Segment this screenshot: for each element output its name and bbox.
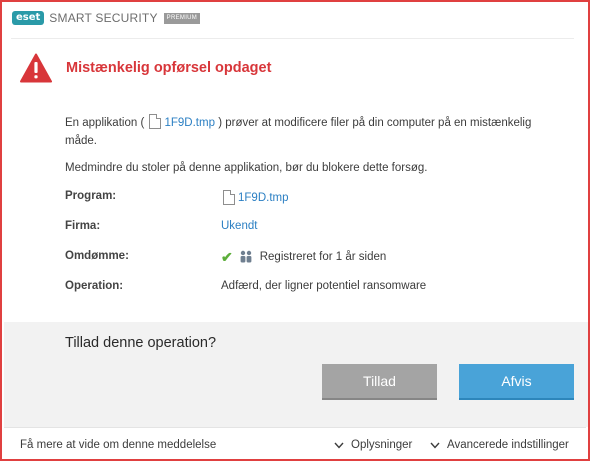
product-name: SMART SECURITY — [49, 11, 158, 25]
people-icon — [240, 250, 252, 263]
operation-value: Adfærd, der ligner potentiel ransomware — [221, 280, 427, 292]
alert-header: Mistænkelig opførsel opdaget — [20, 53, 271, 83]
operation-label: Operation: — [65, 280, 124, 292]
footer: Få mere at vide om denne meddelelse Oply… — [4, 428, 588, 461]
learn-more-link[interactable]: Få mere at vide om denne meddelelse — [20, 439, 216, 451]
detail-row-program: Program: 1F9D.tmp — [65, 187, 565, 217]
detail-row-reputation: Omdømme: ✔ Registreret for 1 år siden — [65, 247, 565, 277]
alert-title: Mistænkelig opførsel opdaget — [66, 60, 272, 76]
action-panel: Tillad denne operation? Tillad Afvis — [4, 322, 588, 427]
allow-button[interactable]: Tillad — [322, 364, 437, 400]
advanced-settings-toggle[interactable]: Avancerede indstillinger — [430, 439, 569, 451]
title-bar: eset SMART SECURITY PREMIUM — [12, 8, 201, 28]
header-divider — [11, 38, 574, 39]
prompt-question: Tillad denne operation? — [65, 335, 217, 351]
program-link[interactable]: 1F9D.tmp — [238, 192, 289, 204]
company-link[interactable]: Ukendt — [221, 220, 257, 232]
check-icon: ✔ — [221, 248, 233, 265]
eset-logo: eset — [12, 11, 45, 25]
description-text-start: En applikation ( — [65, 117, 145, 129]
reputation-value: ✔ Registreret for 1 år siden — [221, 248, 387, 265]
details-toggle[interactable]: Oplysninger — [334, 439, 412, 451]
edition-badge: PREMIUM — [163, 12, 201, 24]
chevron-down-icon — [334, 442, 344, 449]
alert-description: En applikation ( 1F9D.tmp ) prøver at mo… — [65, 114, 565, 150]
program-value[interactable]: 1F9D.tmp — [221, 190, 289, 205]
alert-advice: Medmindre du stoler på denne applikation… — [65, 162, 428, 174]
description-file-link[interactable]: 1F9D.tmp — [164, 117, 215, 129]
reputation-text: Registreret for 1 år siden — [259, 250, 387, 263]
advanced-settings-label: Avancerede indstillinger — [447, 439, 569, 451]
detail-row-operation: Operation: Adfærd, der ligner potentiel … — [65, 277, 565, 307]
file-icon — [149, 114, 162, 129]
company-label: Firma: — [65, 220, 101, 232]
details-toggle-label: Oplysninger — [351, 439, 413, 451]
detail-row-company: Firma: Ukendt — [65, 217, 565, 247]
warning-triangle-icon — [20, 53, 52, 83]
alert-window: eset SMART SECURITY PREMIUM Mistænkelig … — [0, 0, 590, 461]
program-label: Program: — [65, 190, 117, 202]
chevron-down-icon — [430, 442, 440, 449]
details-table: Program: 1F9D.tmp Firma: Ukendt Omdømme:… — [65, 187, 565, 307]
reputation-label: Omdømme: — [65, 250, 129, 262]
file-icon — [223, 190, 235, 205]
deny-button[interactable]: Afvis — [459, 364, 574, 400]
